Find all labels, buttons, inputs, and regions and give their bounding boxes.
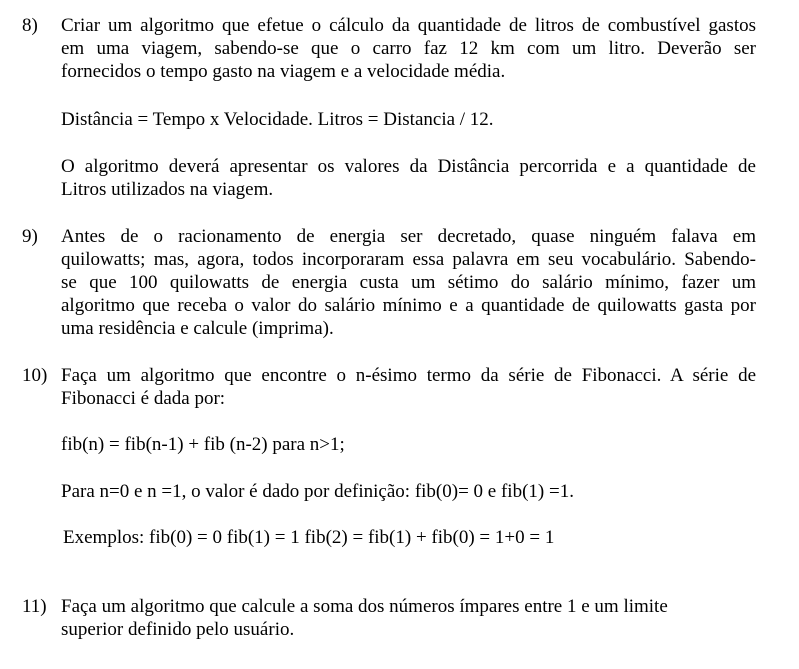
- exercise-11-line-2: superior definido pelo usuário.: [61, 619, 295, 640]
- exercise-9-line-4: algoritmo que receba o valor do salário …: [61, 295, 756, 316]
- exercise-9-line-5: uma residência e calcule (imprima).: [61, 318, 334, 339]
- exercise-8-line-1: Criar um algoritmo que efetue o cálculo …: [61, 15, 756, 36]
- exercise-11-line-1: Faça um algoritmo que calcule a soma dos…: [61, 596, 668, 617]
- exercise-8-formula: Distância = Tempo x Velocidade. Litros =…: [61, 109, 494, 130]
- exercise-10-number: 10): [22, 365, 48, 386]
- exercise-8-line-2: em uma viagem, sabendo-se que o carro fa…: [61, 38, 756, 59]
- exercise-9-number: 9): [22, 226, 38, 247]
- exercise-8-output-line-1: O algoritmo deverá apresentar os valores…: [61, 156, 756, 177]
- exercise-10-line-2: Fibonacci é dada por:: [61, 388, 226, 409]
- exercise-9-line-1: Antes de o racionamento de energia ser d…: [61, 226, 756, 247]
- exercise-10-examples: Exemplos: fib(0) = 0 fib(1) = 1 fib(2) =…: [63, 527, 555, 548]
- exercise-10-base-cases: Para n=0 e n =1, o valor é dado por defi…: [61, 481, 574, 502]
- exercise-10-recurrence: fib(n) = fib(n-1) + fib (n-2) para n>1;: [61, 434, 345, 455]
- exercise-9-line-2: quilowatts; mas, agora, todos incorporar…: [61, 249, 756, 270]
- exercise-8-output-line-2: Litros utilizados na viagem.: [61, 179, 274, 200]
- exercise-9-line-3: se que 100 quilowatts de energia custa u…: [61, 272, 756, 293]
- exercise-11-number: 11): [22, 596, 47, 617]
- document-page: 8) Criar um algoritmo que efetue o cálcu…: [0, 0, 799, 669]
- exercise-8-line-3: fornecidos o tempo gasto na viagem e a v…: [61, 61, 506, 82]
- exercise-8-number: 8): [22, 15, 38, 36]
- exercise-10-line-1: Faça um algoritmo que encontre o n-ésimo…: [61, 365, 756, 386]
